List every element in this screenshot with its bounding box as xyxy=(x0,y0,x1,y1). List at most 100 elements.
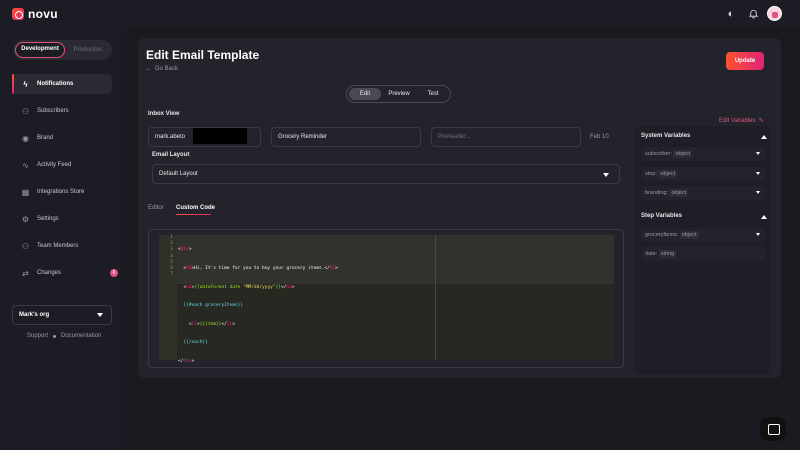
go-back-link[interactable]: ← Go Back xyxy=(146,66,178,72)
variable-row: date: string xyxy=(641,247,765,261)
line-number: 7 xyxy=(170,272,173,278)
code-editor[interactable]: 1 2 3 4 5 6 7 <div> <h1>Hi, It's time fo… xyxy=(159,235,614,364)
sidebar-item-label: Settings xyxy=(37,216,59,222)
chevron-down-icon xyxy=(756,152,760,155)
code-line: </div> xyxy=(178,358,195,364)
variable-type: object xyxy=(673,150,693,158)
update-button[interactable]: Update xyxy=(726,52,764,70)
chevron-down-icon xyxy=(756,233,760,236)
variable-name: step: xyxy=(645,171,657,177)
sidebar-item-label: Notifications xyxy=(37,81,74,87)
variable-name: subscriber: xyxy=(645,151,672,157)
documentation-link[interactable]: Documentation xyxy=(61,333,101,339)
team-icon: ⚇ xyxy=(21,241,30,251)
sidebar-item-label: Integrations Store xyxy=(37,189,85,195)
redacted-area xyxy=(193,128,247,144)
variable-row[interactable]: groceryItems: object xyxy=(641,228,765,242)
line-numbers: 1 2 3 4 5 6 7 xyxy=(159,235,177,360)
variable-name: date: xyxy=(645,251,658,257)
user-avatar[interactable] xyxy=(767,6,782,21)
system-variables-title: System Variables xyxy=(641,133,691,139)
chevron-down-icon xyxy=(603,173,609,177)
tab-custom-code[interactable]: Custom Code xyxy=(176,205,215,211)
chat-support-button[interactable] xyxy=(760,417,786,441)
top-bar: novu ◐ xyxy=(0,0,800,28)
step-variables-title: Step Variables xyxy=(641,213,683,219)
sidebar-item-settings[interactable]: ⚙ Settings xyxy=(12,209,112,229)
sidebar-item-integrations-store[interactable]: ▦ Integrations Store xyxy=(12,182,112,202)
variable-row[interactable]: subscriber: object xyxy=(641,147,765,161)
edit-template-panel: Edit Email Template ← Go Back Update Edi… xyxy=(138,38,781,378)
theme-toggle-icon[interactable]: ◐ xyxy=(725,8,737,20)
variable-name: branding: xyxy=(645,190,668,196)
email-layout-label: Email Layout xyxy=(152,152,190,158)
sidebar-item-label: Subscribers xyxy=(37,108,69,114)
code-line: <li>{{item}}</li> xyxy=(188,321,235,327)
code-line: <h2>{{dateFormat date "MM/dd/yyyy"}}</h2… xyxy=(183,284,295,290)
bell-icon[interactable] xyxy=(747,8,759,20)
sidebar: Development Production ϟ Notifications ⚇… xyxy=(0,28,122,450)
sidebar-item-label: Changes xyxy=(37,270,62,276)
code-line: {{/each}} xyxy=(183,340,208,346)
variable-row[interactable]: step: object xyxy=(641,167,765,181)
sidebar-item-changes[interactable]: ⇄ Changes 6 xyxy=(12,263,118,283)
tab-preview[interactable]: Preview xyxy=(383,88,415,100)
env-development-option[interactable]: Development xyxy=(15,42,65,58)
integrations-icon: ▦ xyxy=(21,187,30,197)
code-content: <div> <h1>Hi, It's time for you to buy y… xyxy=(178,235,428,378)
variable-type: object xyxy=(679,231,699,239)
edit-variables-link[interactable]: Edit Variables ✎ xyxy=(719,117,764,125)
variable-row[interactable]: branding: object xyxy=(641,186,765,200)
app-logo[interactable]: novu xyxy=(12,7,58,21)
variable-type: string xyxy=(658,250,677,258)
email-layout-value: Default Layout xyxy=(159,171,198,177)
sidebar-item-label: Activity Feed xyxy=(37,162,72,168)
edit-icon: ✎ xyxy=(758,118,764,124)
code-line: <div> xyxy=(178,247,192,253)
variables-panel: System Variables subscriber: object step… xyxy=(635,126,771,374)
changes-icon: ⇄ xyxy=(22,268,29,278)
novu-logo-icon xyxy=(12,8,24,20)
chevron-down-icon xyxy=(756,191,760,194)
environment-toggle[interactable]: Development Production xyxy=(13,40,112,60)
tab-edit[interactable]: Edit xyxy=(349,88,381,100)
subject-field[interactable]: Grocery Reminder xyxy=(271,127,421,147)
lightning-icon: ϟ xyxy=(23,79,28,89)
env-production-option[interactable]: Production xyxy=(65,42,111,58)
footer-links: Support Documentation xyxy=(27,333,101,339)
sidebar-item-brand[interactable]: ◉ Brand xyxy=(12,128,112,148)
sidebar-item-subscribers[interactable]: ⚇ Subscribers xyxy=(12,101,112,121)
active-tab-indicator xyxy=(176,214,211,215)
users-icon: ⚇ xyxy=(21,106,30,116)
sidebar-item-notifications[interactable]: ϟ Notifications xyxy=(12,74,112,94)
code-line: {{#each groceryItems}} xyxy=(183,303,244,309)
variable-name: groceryItems: xyxy=(645,232,679,238)
support-link[interactable]: Support xyxy=(27,333,48,339)
code-editor-container: 1 2 3 4 5 6 7 <div> <h1>Hi, It's time fo… xyxy=(148,229,624,368)
chevron-down-icon xyxy=(97,313,103,317)
preheader-placeholder: Preheader... xyxy=(438,134,471,140)
tab-test[interactable]: Test xyxy=(417,88,449,100)
sidebar-item-team-members[interactable]: ⚇ Team Members xyxy=(12,236,112,256)
preheader-field[interactable]: Preheader... xyxy=(431,127,581,147)
email-layout-select[interactable]: Default Layout xyxy=(152,164,620,184)
changes-count-badge: 6 xyxy=(110,269,118,277)
chevron-up-icon[interactable] xyxy=(761,215,767,219)
go-back-label: Go Back xyxy=(155,66,179,72)
date-label: Feb 10 xyxy=(590,134,609,140)
gear-icon: ⚙ xyxy=(21,214,30,224)
view-mode-switch: Edit Preview Test xyxy=(346,85,451,103)
separator-dot xyxy=(53,334,57,338)
organization-select[interactable]: Mark's org xyxy=(12,305,112,325)
variable-type: object xyxy=(658,170,678,178)
tab-editor[interactable]: Editor xyxy=(148,205,164,211)
edit-variables-label: Edit Variables xyxy=(719,117,756,124)
app-name: novu xyxy=(28,7,58,21)
sidebar-item-activity-feed[interactable]: ∿ Activity Feed xyxy=(12,155,112,175)
inbox-view-label: Inbox View xyxy=(148,111,180,117)
variable-type: object xyxy=(669,189,689,197)
brand-icon: ◉ xyxy=(22,133,29,143)
activity-icon: ∿ xyxy=(22,160,29,170)
sidebar-item-label: Brand xyxy=(37,135,54,141)
chevron-up-icon[interactable] xyxy=(761,135,767,139)
